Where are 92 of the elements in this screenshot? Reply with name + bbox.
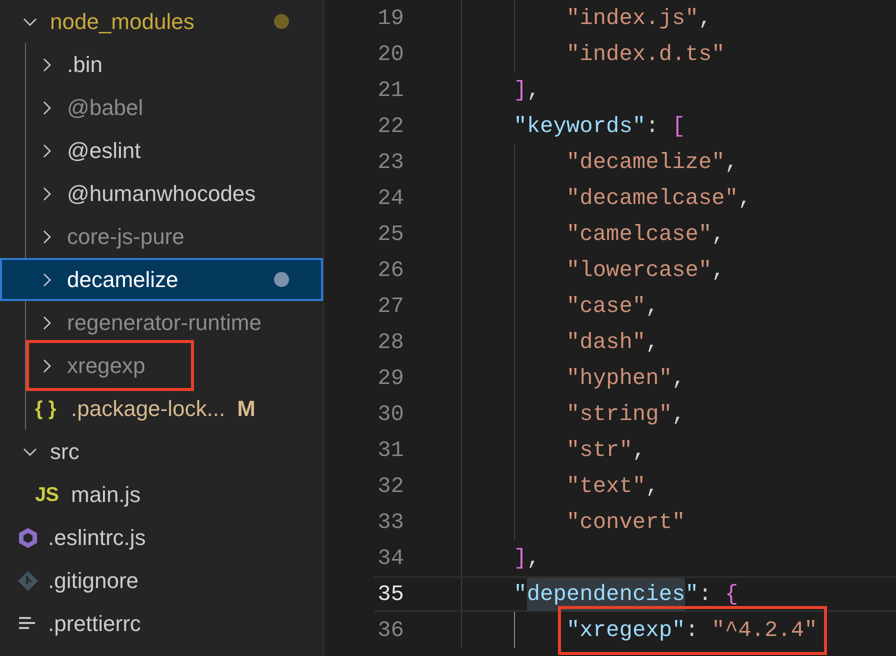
- code-string: "convert": [565, 508, 686, 536]
- tree-item[interactable]: @humanwhocodes: [0, 172, 323, 215]
- code-key: ": [685, 578, 698, 610]
- code-punctuation: :: [646, 112, 660, 140]
- tree-item[interactable]: .prettierrc: [0, 602, 323, 645]
- json-file-icon: { }: [35, 398, 63, 418]
- code-punctuation: ,: [738, 184, 752, 212]
- tree-item[interactable]: JS main.js: [0, 473, 323, 516]
- line-number: 19: [376, 4, 404, 32]
- line-number: 29: [376, 364, 404, 392]
- code-punctuation: :: [685, 618, 700, 642]
- hexagon-icon: [16, 526, 40, 550]
- folder-name: @eslint: [67, 137, 141, 165]
- line-number: 32: [376, 472, 404, 500]
- folder-name: src: [50, 438, 80, 466]
- code-string: "decamelcase": [565, 184, 738, 212]
- tree-item[interactable]: { } .package-lock... M: [0, 387, 323, 430]
- tree-item[interactable]: @eslint: [0, 129, 323, 172]
- tree-item[interactable]: core-js-pure: [0, 215, 323, 258]
- code-punctuation: ,: [646, 328, 659, 356]
- folder-name: @humanwhocodes: [67, 180, 256, 208]
- tree-item[interactable]: src: [0, 430, 323, 473]
- line-number: 27: [376, 292, 404, 320]
- tree-item[interactable]: regenerator-runtime: [0, 301, 323, 344]
- code-key: dependencies: [526, 578, 686, 610]
- code-string: "index.js": [565, 4, 698, 32]
- tree-item[interactable]: xregexp: [0, 344, 323, 387]
- line-number: 23: [376, 148, 404, 176]
- code-punctuation: ,: [526, 76, 540, 104]
- file-name: .prettierrc: [48, 610, 141, 638]
- tree-item[interactable]: .eslintrc.js: [0, 516, 323, 559]
- code-key: "xregexp": [566, 618, 686, 642]
- git-diamond-icon: [16, 568, 40, 592]
- folder-name: decamelize: [67, 266, 178, 294]
- code-punctuation: ,: [724, 148, 738, 176]
- tree-item[interactable]: decamelize: [0, 258, 323, 301]
- tree-item[interactable]: @babel: [0, 86, 323, 129]
- code-string: "camelcase": [565, 220, 712, 248]
- folder-name: core-js-pure: [67, 223, 184, 251]
- code-string: "decamelize": [565, 148, 725, 176]
- code-string: "str": [565, 436, 632, 464]
- code-bracket: [: [672, 112, 686, 140]
- code-punctuation: ,: [672, 400, 686, 428]
- line-number: 28: [376, 328, 404, 356]
- folder-name: regenerator-runtime: [67, 309, 262, 337]
- line-number: 21: [376, 76, 404, 104]
- line-number: 22: [376, 112, 404, 140]
- code-string: "^4.2.4": [712, 618, 818, 642]
- code-string: "string": [565, 400, 672, 428]
- tree-item[interactable]: node_modules: [0, 0, 323, 43]
- folder-name: .bin: [67, 51, 102, 79]
- js-file-icon: JS: [35, 484, 63, 504]
- line-number: 25: [376, 220, 404, 248]
- folder-name: node_modules: [50, 8, 194, 36]
- line-number: 30: [376, 400, 404, 428]
- code-key: "keywords": [408, 110, 646, 142]
- file-name: .package-lock...: [71, 395, 226, 423]
- code-string: "index.d.ts": [565, 40, 725, 68]
- tree-item[interactable]: .bin: [0, 43, 323, 86]
- line-number: 35: [376, 580, 404, 608]
- code-punctuation: :: [698, 580, 713, 608]
- code-punctuation: ,: [698, 4, 712, 32]
- line-number: 24: [376, 184, 404, 212]
- code-string: "hyphen": [565, 364, 672, 392]
- code-key: ": [408, 578, 527, 610]
- code-string: "dash": [565, 328, 646, 356]
- line-number: 36: [376, 616, 404, 644]
- git-status-label: M: [237, 395, 256, 423]
- code-punctuation: ,: [672, 364, 686, 392]
- file-name: .gitignore: [48, 567, 139, 595]
- code-string: "lowercase": [565, 256, 712, 284]
- folder-name: xregexp: [67, 352, 146, 380]
- file-name: .eslintrc.js: [48, 524, 146, 552]
- code-punctuation: ,: [712, 256, 725, 284]
- line-number: 34: [376, 544, 404, 572]
- code-punctuation: ,: [646, 292, 659, 320]
- code-bracket: ]: [512, 544, 527, 572]
- code-bracket: ]: [512, 76, 527, 104]
- code-bracket: {: [724, 580, 738, 608]
- line-number: 33: [376, 508, 404, 536]
- line-number: 31: [376, 436, 404, 464]
- tree-item[interactable]: .gitignore: [0, 559, 323, 602]
- code-punctuation: ,: [712, 220, 725, 248]
- line-number: 26: [376, 256, 404, 284]
- code-punctuation: ,: [526, 544, 540, 572]
- line-number: 20: [376, 40, 404, 68]
- code-string: "text": [565, 472, 646, 500]
- file-name: main.js: [71, 481, 141, 509]
- code-punctuation: ,: [646, 472, 659, 500]
- code-string: "case": [565, 292, 646, 320]
- folder-name: @babel: [67, 94, 144, 122]
- code-punctuation: ,: [632, 436, 646, 464]
